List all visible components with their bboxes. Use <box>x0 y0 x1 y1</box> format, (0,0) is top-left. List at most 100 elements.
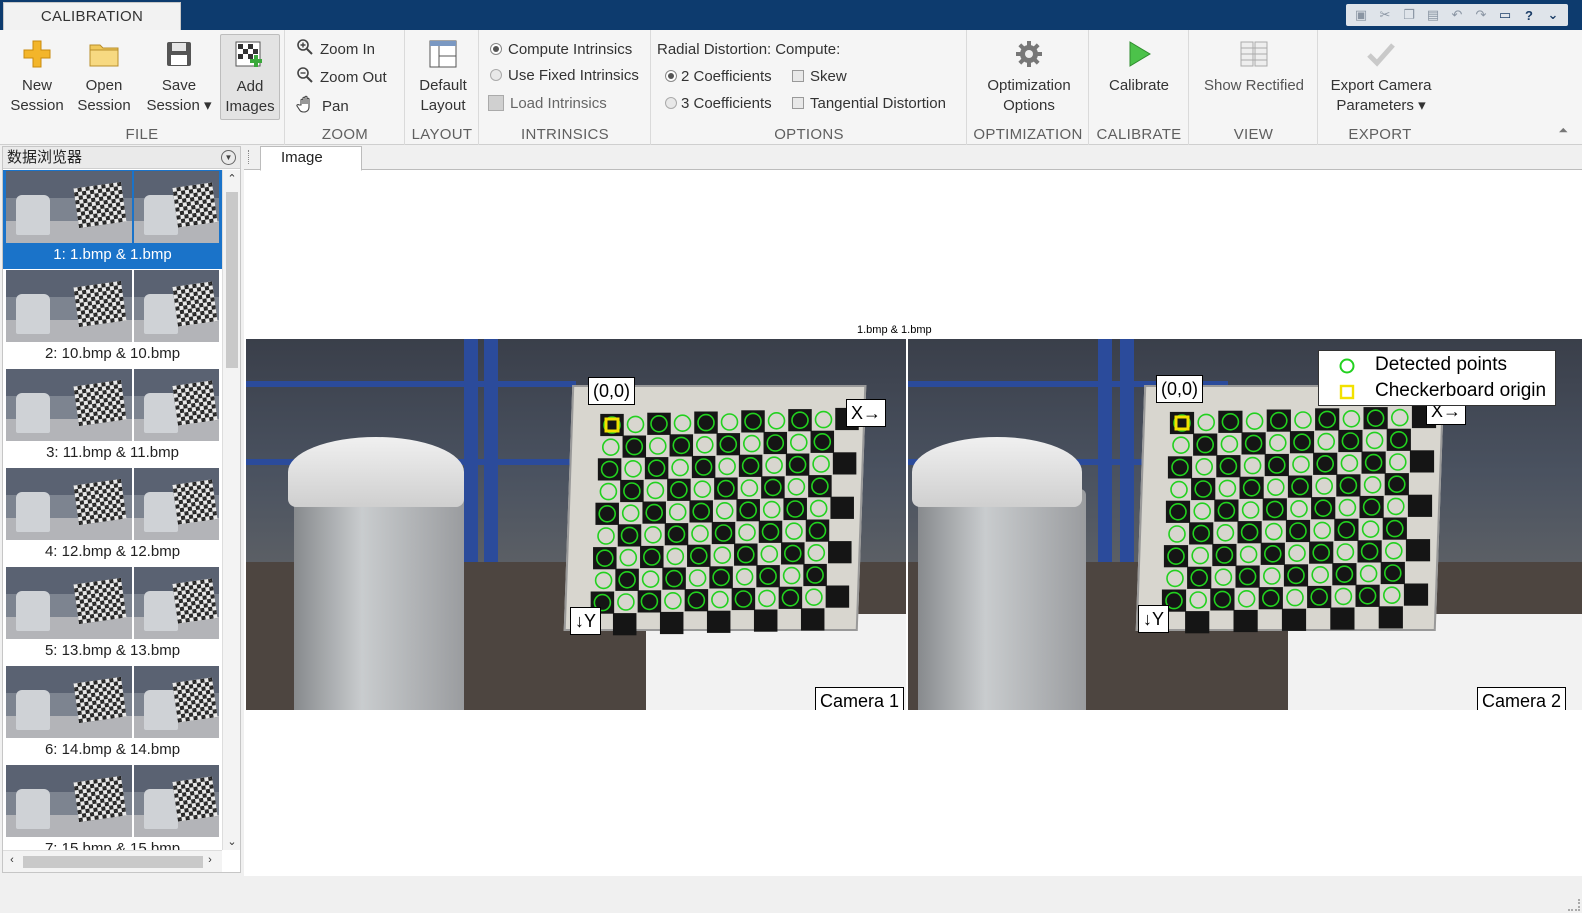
detected-point <box>1294 411 1312 429</box>
detected-point <box>1288 544 1306 562</box>
scrollbar-thumb[interactable] <box>23 856 203 868</box>
detected-point <box>1361 520 1380 538</box>
checker-square <box>1403 583 1429 606</box>
open-session-button[interactable]: Open Session <box>72 34 136 116</box>
skew-checkbox[interactable]: Skew <box>792 65 847 87</box>
thumbnail-image <box>6 666 132 738</box>
resize-grip[interactable] <box>1568 899 1580 911</box>
detected-point <box>1384 542 1403 560</box>
thumbnail-image <box>134 369 219 441</box>
chevron-down-icon[interactable]: ⌄ <box>1542 4 1564 26</box>
tangential-distortion-checkbox[interactable]: Tangential Distortion <box>792 92 946 114</box>
add-images-button[interactable]: Add Images <box>220 34 280 120</box>
compute-intrinsics-radio[interactable]: Compute Intrinsics <box>490 38 632 60</box>
detected-point <box>1359 564 1378 583</box>
group-label-zoom: ZOOM <box>321 126 369 143</box>
circle-marker-icon <box>1339 358 1355 374</box>
list-item[interactable]: 4: 12.bmp & 12.bmp <box>3 467 222 566</box>
detected-point <box>601 438 620 456</box>
load-intrinsics-button[interactable]: Load Intrinsics <box>488 92 607 114</box>
group-view: Show Rectified VIEW <box>1190 30 1318 145</box>
zoom-in-button[interactable]: Zoom In <box>296 38 375 60</box>
scroll-right-icon[interactable]: › <box>201 854 219 866</box>
export-camera-parameters-button[interactable]: Export Camera Parameters ▾ <box>1323 34 1439 116</box>
detected-point <box>648 437 667 455</box>
optimization-options-button[interactable]: Optimization Options <box>974 34 1084 116</box>
checker-square <box>1233 609 1258 633</box>
list-item[interactable]: 2: 10.bmp & 10.bmp <box>3 269 222 368</box>
add-images-icon <box>234 39 266 71</box>
list-item-label: 1: 1.bmp & 1.bmp <box>53 246 172 263</box>
detected-point <box>735 568 754 586</box>
help-icon[interactable]: ? <box>1518 4 1540 26</box>
scroll-left-icon[interactable]: ‹ <box>3 854 21 866</box>
checker-square <box>1378 606 1403 629</box>
horizontal-scrollbar[interactable]: ‹ › <box>3 850 222 872</box>
list-item[interactable]: 6: 14.bmp & 14.bmp <box>3 665 222 764</box>
undo-icon[interactable]: ↶ <box>1446 4 1468 26</box>
detected-point <box>1388 453 1407 471</box>
image-pair-list: 1: 1.bmp & 1.bmp 2: 10.bmp & 10.bmp 3: 11.… <box>3 170 222 850</box>
copy-icon[interactable]: ❐ <box>1398 4 1420 26</box>
show-rectified-button[interactable]: Show Rectified <box>1196 34 1312 96</box>
data-browser-title: 数据浏览器 <box>7 149 83 166</box>
x-axis-label: X→ <box>846 399 887 427</box>
legend-detected-points: Detected points <box>1319 353 1555 379</box>
detected-point <box>1334 587 1353 606</box>
list-item-label: 4: 12.bmp & 12.bmp <box>44 543 181 560</box>
cut-icon[interactable]: ✂ <box>1374 4 1396 26</box>
three-coefficients-radio[interactable]: 3 Coefficients <box>665 92 772 114</box>
detected-point <box>1342 410 1361 428</box>
two-coefficients-radio[interactable]: 2 Coefficients <box>665 65 772 87</box>
checker-square <box>828 541 852 564</box>
zoom-out-button[interactable]: Zoom Out <box>296 66 387 88</box>
detected-point <box>597 527 615 545</box>
checker-square <box>1281 608 1307 631</box>
camera1-image[interactable]: (0,0) X→ ↓Y Camera 1 <box>246 339 906 710</box>
tab-calibration[interactable]: CALIBRATION <box>3 2 181 31</box>
scrollbar-thumb[interactable] <box>226 192 238 368</box>
vertical-scrollbar[interactable]: ⌃ ⌄ <box>222 170 240 850</box>
load-icon <box>488 95 504 111</box>
detected-point <box>805 588 823 607</box>
paste-icon[interactable]: ▤ <box>1422 4 1444 26</box>
use-fixed-intrinsics-radio[interactable]: Use Fixed Intrinsics <box>490 64 639 86</box>
scroll-up-icon[interactable]: ⌃ <box>223 172 241 185</box>
thumbnail-image <box>6 171 132 243</box>
detected-point <box>789 433 808 452</box>
detected-point <box>807 544 826 562</box>
detected-point <box>666 547 685 566</box>
detected-point <box>1172 436 1190 454</box>
detected-point <box>1292 455 1310 474</box>
list-item[interactable]: 7: 15.bmp & 15.bmp <box>3 764 222 850</box>
list-item[interactable]: 5: 13.bmp & 13.bmp <box>3 566 222 665</box>
checker-square <box>800 608 825 631</box>
list-item[interactable]: 1: 1.bmp & 1.bmp <box>3 170 222 269</box>
list-item[interactable]: 3: 11.bmp & 11.bmp <box>3 368 222 467</box>
new-session-button[interactable]: New Session <box>6 34 68 116</box>
group-zoom: Zoom In Zoom Out Pan ZOOM <box>286 30 405 145</box>
detected-point <box>720 413 739 431</box>
panel-menu-icon[interactable]: ▼ <box>221 150 236 165</box>
thumbnail-image <box>6 567 132 639</box>
scroll-down-icon[interactable]: ⌄ <box>223 835 241 848</box>
default-layout-button[interactable]: Default Layout <box>410 34 476 116</box>
y-axis-label: ↓Y <box>570 607 602 635</box>
detected-point <box>1363 476 1382 494</box>
calibrate-button[interactable]: Calibrate <box>1098 34 1180 96</box>
window-layout-icon[interactable]: ▭ <box>1494 4 1516 26</box>
save-icon[interactable]: ▣ <box>1350 4 1372 26</box>
detected-point <box>1382 586 1401 605</box>
detected-point <box>1170 480 1188 499</box>
pan-button[interactable]: Pan <box>296 95 349 117</box>
save-session-button[interactable]: Save Session ▾ <box>142 34 216 116</box>
tab-image[interactable]: Image <box>260 146 362 171</box>
toolstrip-ribbon: New Session Open Session Save Session ▾ … <box>0 30 1582 145</box>
collapse-ribbon-icon[interactable]: ⏶ <box>1558 123 1568 138</box>
detected-point <box>1245 412 1264 430</box>
detected-point <box>1262 567 1281 585</box>
zoom-out-icon <box>296 66 314 88</box>
thumbnail-image <box>6 468 132 540</box>
redo-icon[interactable]: ↷ <box>1470 4 1492 26</box>
detected-point <box>785 522 803 540</box>
